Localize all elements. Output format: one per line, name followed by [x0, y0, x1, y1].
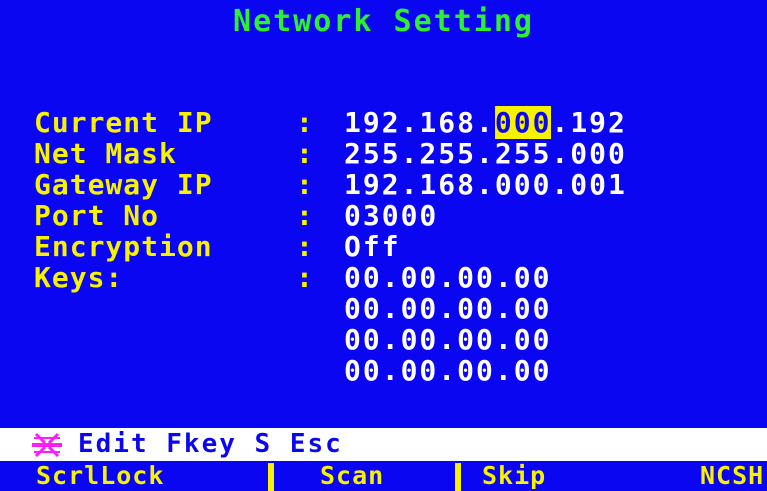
help-bar: Edit Fkey S Esc — [0, 428, 767, 461]
key-field-2[interactable]: 00.00.00.00 — [344, 293, 551, 324]
scan-indicator: Scan — [320, 461, 385, 490]
field-separator: : — [296, 137, 313, 170]
key-field-1[interactable]: 00.00.00.00 — [344, 262, 551, 293]
field-separator: : — [296, 261, 313, 294]
help-text: Edit Fkey S Esc — [78, 429, 343, 459]
status-bar: ScrlLock Scan Skip NCSH — [0, 461, 767, 491]
field-separator: : — [296, 106, 313, 139]
encryption-label: Encryption — [34, 230, 213, 263]
page-title: Network Setting — [233, 4, 534, 39]
key-field-3[interactable]: 00.00.00.00 — [344, 324, 551, 355]
keys-label: Keys: — [34, 261, 124, 294]
current-ip-label: Current IP — [34, 106, 213, 139]
net-mask-field[interactable]: 255.255.255.000 — [344, 138, 627, 169]
field-separator: : — [296, 230, 313, 263]
network-setting-screen: Network Setting Current IP : 192.168.000… — [0, 0, 767, 491]
keyboard-icon — [32, 432, 62, 458]
port-no-field[interactable]: 03000 — [344, 200, 438, 231]
port-no-label: Port No — [34, 199, 160, 232]
ip-octet[interactable]: 192 — [344, 106, 401, 139]
encryption-field[interactable]: Off — [344, 231, 401, 262]
net-mask-label: Net Mask — [34, 137, 177, 170]
status-divider — [268, 463, 274, 491]
ip-octet-cursor[interactable]: 000 — [494, 106, 552, 139]
scrlock-indicator: ScrlLock — [36, 461, 165, 490]
status-divider — [455, 463, 461, 491]
ncsh-indicator: NCSH — [700, 461, 765, 490]
ip-octet[interactable]: 168 — [419, 106, 476, 139]
current-ip-field[interactable]: 192.168.000.192 — [344, 106, 627, 139]
field-separator: : — [296, 199, 313, 232]
ip-octet[interactable]: 192 — [570, 106, 627, 139]
skip-indicator: Skip — [482, 461, 547, 490]
field-separator: : — [296, 168, 313, 201]
gateway-ip-field[interactable]: 192.168.000.001 — [344, 169, 627, 200]
key-field-4[interactable]: 00.00.00.00 — [344, 355, 551, 386]
gateway-ip-label: Gateway IP — [34, 168, 213, 201]
